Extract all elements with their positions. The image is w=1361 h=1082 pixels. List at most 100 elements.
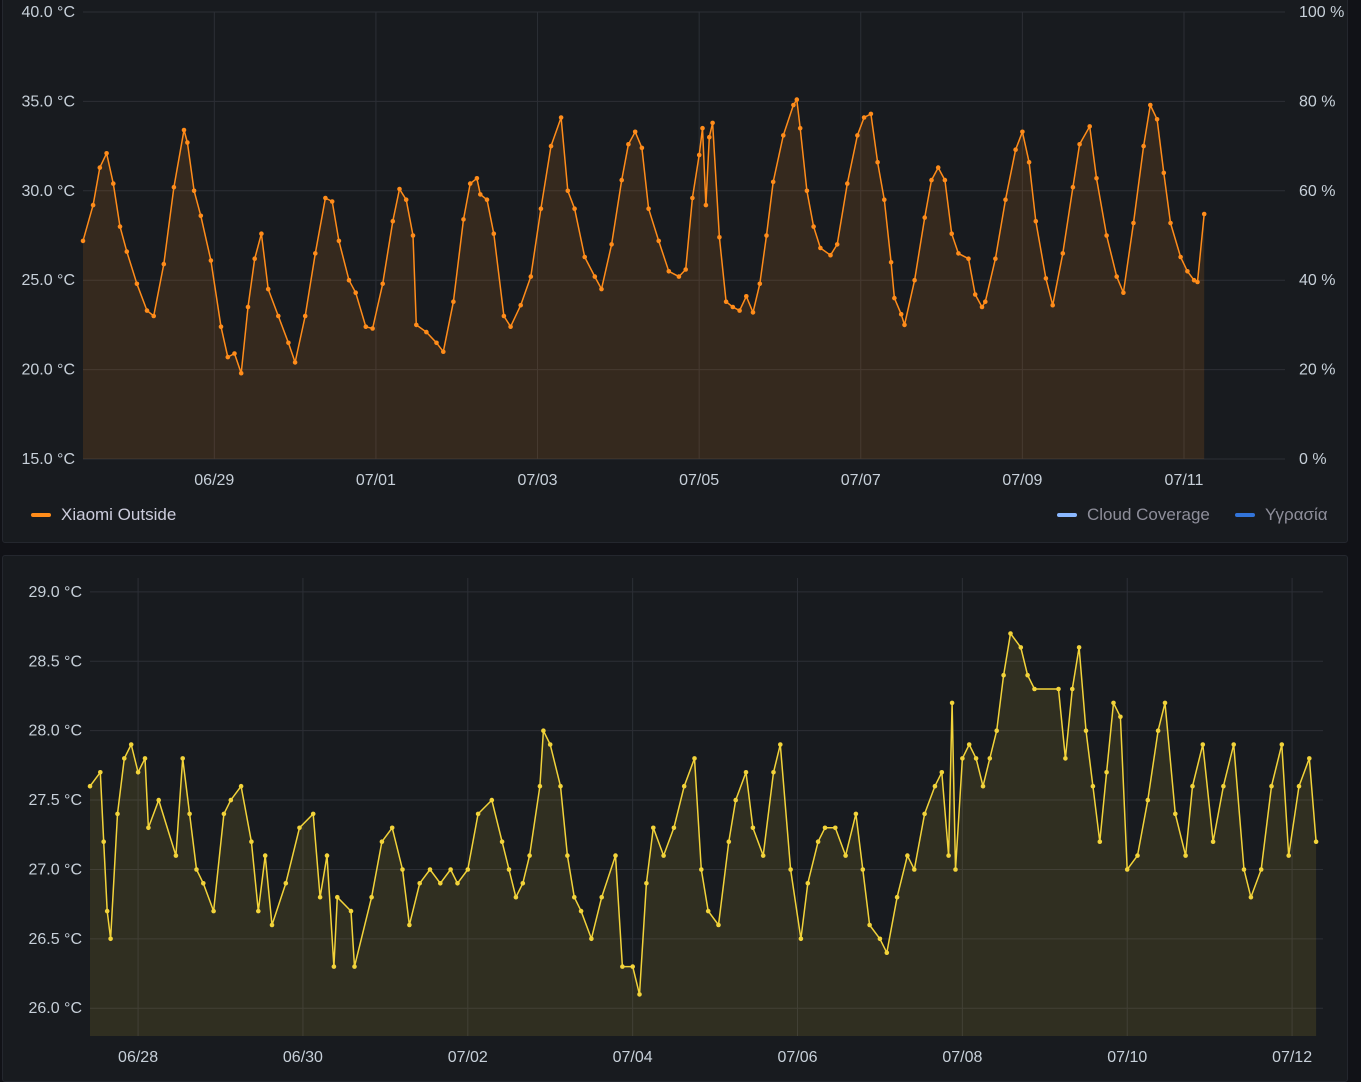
data-point-07-09-04-00 (1056, 686, 1061, 692)
data-point-07-06-23-00 (855, 133, 860, 138)
data-point-07-06-12-00 (818, 245, 823, 251)
data-point-06-29-11-00 (256, 908, 261, 914)
data-point-06-27-22-00 (128, 742, 134, 747)
data-point-07-04-20-00 (683, 267, 688, 272)
data-point-07-03-12-00 (589, 936, 594, 942)
data-point-07-05-16-00 (750, 310, 756, 315)
y-tick-label: 28.5 °C (28, 653, 82, 670)
data-point-06-29-14-00 (259, 231, 264, 236)
data-point-07-03-14-00 (582, 254, 587, 260)
data-point-07-05-12-00 (737, 308, 742, 313)
y-right-tick-label: 80 % (1299, 93, 1335, 110)
data-point-07-10-01-00 (1104, 233, 1109, 238)
x-tick-label: 07/11 (1165, 472, 1204, 489)
data-point-06-28-17-00 (194, 867, 199, 872)
data-point-07-07-13-00 (922, 811, 927, 817)
data-point-06-28-18-00 (191, 188, 197, 194)
data-point-07-11-23-00 (1286, 853, 1291, 858)
x-tick-label: 07/07 (841, 472, 881, 489)
data-point-07-12-07-00 (1313, 839, 1319, 844)
data-point-07-07-20-00 (946, 853, 951, 858)
x-tick-label: 07/08 (942, 1049, 982, 1066)
data-point-07-09-02-00 (1026, 159, 1032, 165)
data-point-07-02-18-00 (527, 853, 532, 858)
data-point-06-28-19-00 (201, 881, 206, 886)
data-point-07-05-09-00 (743, 770, 749, 775)
data-point-06-30-11-00 (329, 199, 335, 204)
data-point-07-06-05-00 (794, 97, 800, 102)
data-point-07-05-22-00 (788, 867, 793, 872)
series-area-0 (90, 633, 1317, 1036)
data-point-07-02-22-00 (541, 728, 546, 733)
data-point-07-01-15-00 (424, 329, 429, 335)
data-point-07-07-22-00 (953, 867, 958, 872)
data-point-06-29-19-00 (283, 881, 289, 886)
data-point-07-11-06-00 (1201, 211, 1207, 217)
data-point-07-11-18-00 (1269, 783, 1274, 789)
data-point-07-09-18-00 (1104, 770, 1109, 775)
data-point-07-11-10-00 (1241, 867, 1247, 872)
data-point-07-03-22-00 (609, 242, 614, 247)
data-point-07-06-10-00 (811, 224, 816, 229)
data-point-06-28-13-00 (180, 756, 185, 761)
data-point-07-09-16-00 (1097, 839, 1103, 844)
data-point-06-29-23-00 (297, 825, 302, 831)
data-point-06-27-20-00 (122, 756, 127, 761)
data-point-07-05-11-00 (750, 825, 756, 831)
data-point-07-05-01-00 (716, 922, 721, 928)
data-point-07-03-01-00 (538, 206, 544, 211)
data-point-06-27-22-00 (124, 249, 130, 254)
data-point-07-10-04-00 (1114, 274, 1119, 279)
data-point-07-01-21-00 (455, 881, 460, 886)
legend-item-humidity[interactable]: Υγρασία (1235, 505, 1328, 525)
data-point-07-06-11-00 (833, 825, 838, 831)
data-point-06-30-20-00 (369, 894, 374, 900)
data-point-07-09-22-00 (1094, 176, 1099, 181)
data-point-07-01-02-00 (389, 825, 395, 831)
data-point-07-05-08-00 (723, 299, 729, 305)
data-point-07-08-19-00 (1025, 672, 1030, 678)
data-point-07-07-13-00 (902, 322, 907, 328)
data-point-06-27-14-00 (101, 839, 106, 844)
data-point-07-09-10-00 (1076, 645, 1082, 650)
data-point-07-10-19-00 (1190, 783, 1195, 789)
data-point-06-27-09-00 (80, 238, 86, 244)
data-point-07-03-21-00 (620, 964, 625, 969)
y-right-tick-label: 100 % (1299, 4, 1344, 21)
data-point-07-09-09-00 (1050, 302, 1055, 308)
data-point-06-28-06-00 (156, 797, 161, 803)
data-point-06-29-08-00 (238, 370, 244, 376)
legend-item-xiaomi-outside[interactable]: Xiaomi Outside (31, 505, 176, 525)
data-point-07-10-06-00 (1145, 797, 1151, 803)
data-point-06-27-16-00 (108, 936, 113, 942)
data-point-07-05-00-00 (696, 152, 702, 158)
data-point-07-03-09-00 (578, 908, 584, 914)
data-point-07-02-02-00 (461, 217, 466, 222)
data-point-07-10-00-00 (1124, 867, 1130, 872)
data-point-06-29-16-00 (265, 286, 271, 292)
data-point-07-09-12-00 (1060, 251, 1066, 256)
data-point-07-07-05-00 (894, 894, 900, 900)
data-point-07-10-22-00 (1200, 742, 1206, 747)
legend-item-cloud-coverage[interactable]: Cloud Coverage (1057, 505, 1210, 525)
data-point-07-01-11-00 (410, 233, 416, 238)
data-point-07-02-16-00 (508, 324, 513, 330)
data-point-07-06-06-00 (815, 839, 821, 844)
data-point-06-30-05-00 (317, 894, 323, 900)
data-point-07-09-22-00 (1118, 714, 1123, 720)
y-tick-label: 28.0 °C (28, 723, 82, 740)
data-point-07-11-01-00 (1185, 269, 1190, 274)
legend-swatch-humidity (1235, 513, 1255, 517)
y-tick-label: 25.0 °C (21, 272, 75, 289)
data-point-07-02-06-00 (474, 176, 480, 181)
data-point-07-06-17-00 (834, 242, 840, 247)
x-tick-label: 07/03 (518, 472, 558, 489)
data-point-06-29-22-00 (286, 340, 291, 346)
data-point-07-10-23-00 (1178, 254, 1183, 260)
data-point-07-01-05-00 (390, 218, 396, 224)
data-point-07-10-14-00 (1173, 811, 1178, 817)
data-point-06-29-09-00 (249, 839, 254, 844)
data-point-07-04-09-00 (646, 206, 651, 211)
data-point-07-03-07-00 (558, 115, 564, 120)
y-tick-label: 20.0 °C (21, 362, 75, 379)
